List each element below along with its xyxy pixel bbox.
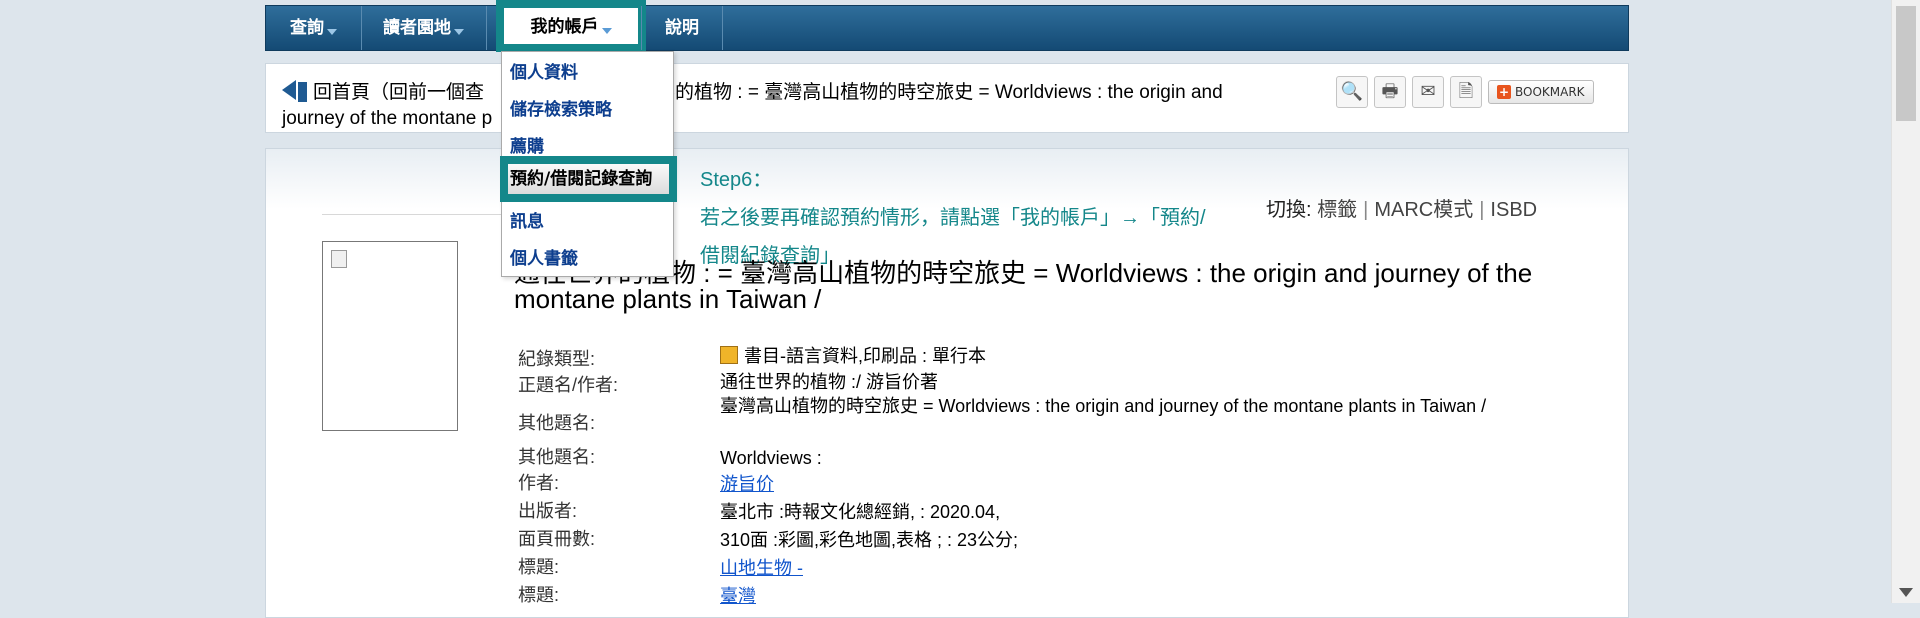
nav-search-label: 查詢 [290,18,324,38]
print-icon[interactable]: 🖶 [1374,76,1406,108]
user-search-icon[interactable]: 🔍 [1336,76,1368,108]
bookmark-label: BOOKMARK [1515,85,1585,99]
menu-item-personal-bookmarks[interactable]: 個人書籤 [510,244,578,269]
field-label: 其他題名: [518,413,596,433]
field-value: 310面 :彩圖,彩色地圖,表格 ; : 23公分; [720,530,1019,550]
field-label: 面頁冊數: [518,529,596,549]
vertical-scrollbar[interactable] [1891,0,1920,603]
field-value: 通往世界的植物 :/ 游旨价著 [720,372,939,392]
step-label: Step6： [700,169,773,191]
menu-item-reservation-loan-history[interactable]: 預約/借閱記錄查詢 [500,156,677,202]
back-navigation[interactable]: 回首頁（回前一個查 界的植物 : = 臺灣高山植物的時空旅史 = Worldvie… [282,80,1302,132]
chevron-down-icon [327,29,337,35]
switch-marc-view[interactable]: MARC模式 [1374,199,1473,221]
chevron-down-icon [601,28,612,34]
menu-item-messages[interactable]: 訊息 [510,207,544,232]
field-label: 正題名/作者: [518,375,619,395]
field-label: 標題: [518,585,560,605]
menu-item-profile[interactable]: 個人資料 [510,58,578,83]
my-account-dropdown: 個人資料 儲存檢索策略 薦購 預約/借閱記錄查詢 訊息 個人書籤 [500,51,677,277]
field-value: 臺灣 [720,585,1540,607]
bookmark-button[interactable]: + BOOKMARK [1488,80,1594,104]
step-line1: 若之後要再確認預約情形，請點選「我的帳戶」→「預約/ [700,207,1206,229]
nav-help[interactable]: 說明 [641,6,723,50]
scroll-down-arrow-icon[interactable] [1899,588,1913,597]
switch-label: 切換: [1266,199,1312,221]
switch-isbd-view[interactable]: ISBD [1490,199,1537,221]
nav-reader-area-label: 讀者園地 [383,18,451,38]
menu-item-saved-searches[interactable]: 儲存檢索策略 [510,95,612,120]
field-value-text: 書目-語言資料,印刷品 : 單行本 [744,346,986,366]
field-label: 作者: [518,473,560,493]
plus-icon: + [1497,85,1511,99]
field-value: 臺灣高山植物的時空旅史 = Worldviews : the origin an… [720,396,1487,416]
field-value: 書目-語言資料,印刷品 : 單行本 [720,345,1540,367]
scrollbar-thumb[interactable] [1896,6,1916,121]
nav-reader-area[interactable]: 讀者園地 [361,6,487,50]
back-text-part3: journey of the montane p [282,108,493,129]
save-icon[interactable]: 🗎 [1450,76,1482,108]
back-text-part1[interactable]: 回首頁（回前一個查 [313,82,484,103]
broken-image-icon [331,250,347,268]
field-value: Worldviews : [720,448,822,468]
field-label: 其他題名: [518,447,596,467]
field-value: 山地生物 - [720,557,1540,579]
nav-my-account-label: 我的帳戶 [530,17,599,37]
author-link[interactable]: 游旨价 [720,474,774,494]
subject-link[interactable]: 臺灣 [720,586,756,606]
field-label: 出版者: [518,501,578,521]
record-content: Step6： 若之後要再確認預約情形，請點選「我的帳戶」→「預約/ 借閱紀錄查詢… [265,148,1629,618]
subject-link[interactable]: 山地生物 - [720,558,803,578]
record-toolbar: 回首頁（回前一個查 界的植物 : = 臺灣高山植物的時空旅史 = Worldvie… [265,63,1629,133]
field-label: 標題: [518,557,560,577]
field-label: 紀錄類型: [518,349,596,369]
toolbar-icons: 🔍 🖶 ✉ 🗎 + BOOKMARK [1336,76,1594,108]
nav-my-account[interactable]: 我的帳戶 [496,0,646,52]
field-value: 臺北市 :時報文化總經銷, : 2020.04, [720,502,1001,522]
separator: | [1479,199,1485,221]
back-arrow-bar-icon [298,82,307,102]
menu-item-recommend-purchase[interactable]: 薦購 [510,132,544,157]
format-switch: 切換: 標籤 | MARC模式 | ISBD [1266,193,1537,222]
record-title: 通往世界的植物 : = 臺灣高山植物的時空旅史 = Worldviews : t… [514,258,1533,314]
back-arrow-icon [282,80,296,100]
nav-search[interactable]: 查詢 [266,6,362,50]
switch-tag-view[interactable]: 標籤 [1317,199,1357,221]
main-navbar: 查詢 讀者園地 我的帳戶 說明 [265,0,1629,52]
book-cover-placeholder [322,241,458,431]
separator: | [1363,199,1369,221]
email-icon[interactable]: ✉ [1412,76,1444,108]
back-text-part2: 界的植物 : = 臺灣高山植物的時空旅史 = Worldviews : the … [656,82,1223,103]
nav-help-label: 說明 [665,18,699,38]
book-icon [720,346,738,364]
field-value: 游旨价 [720,473,1540,495]
chevron-down-icon [454,29,464,35]
